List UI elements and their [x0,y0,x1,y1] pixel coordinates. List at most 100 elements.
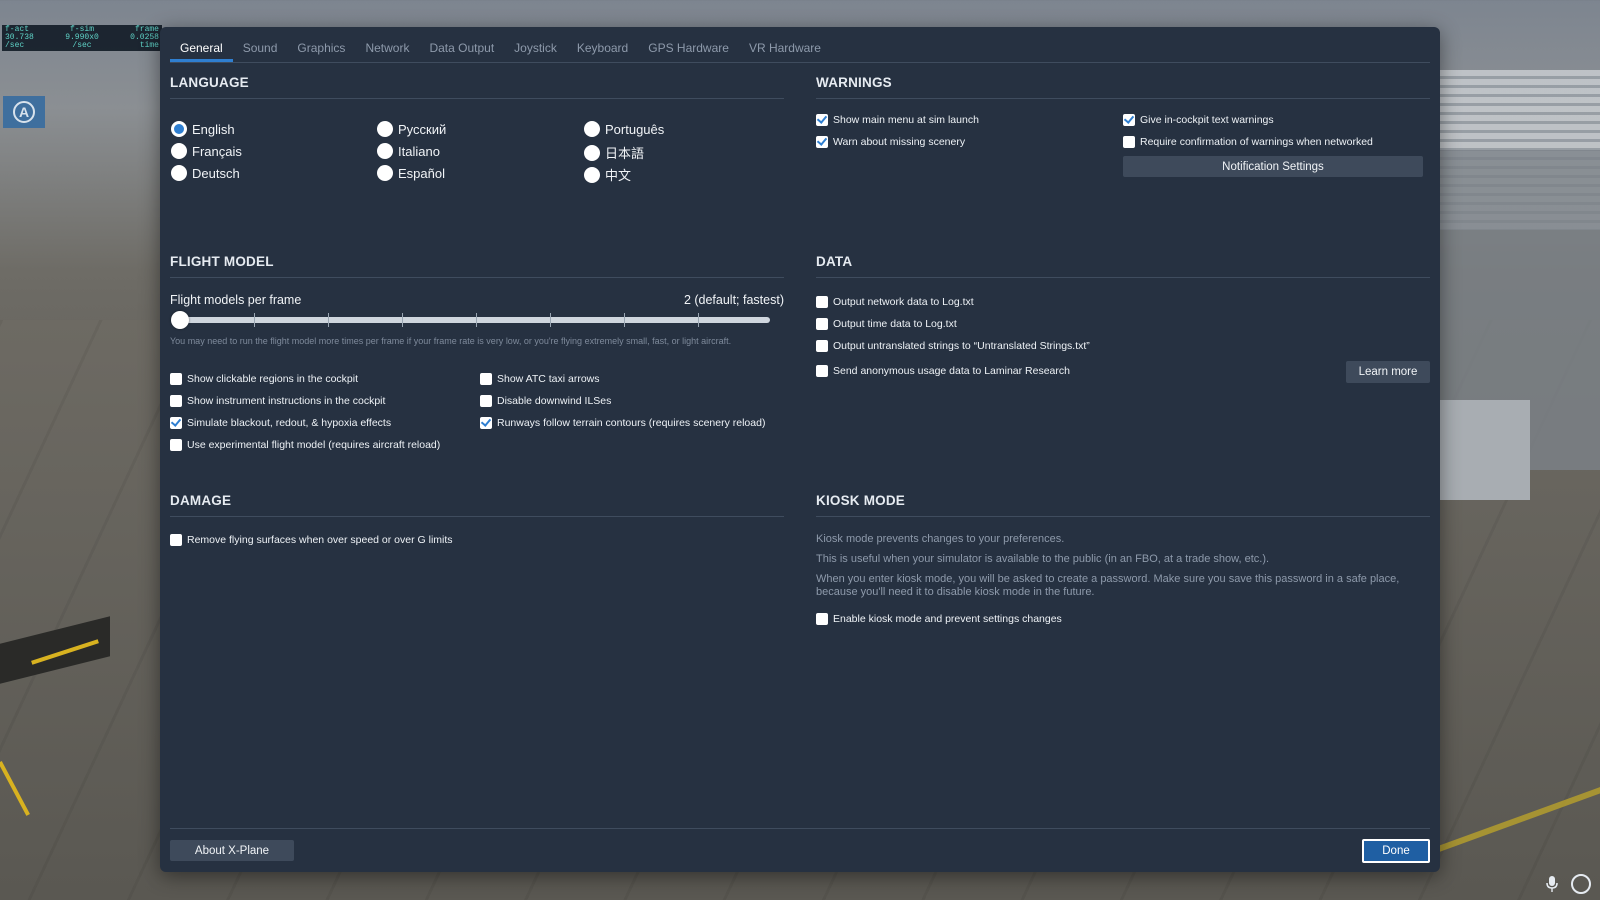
language-option-portuguese[interactable]: Português [584,121,664,137]
checkbox[interactable] [816,340,828,352]
checkbox-enable-kiosk-mode[interactable]: Enable kiosk mode and prevent settings c… [816,613,1062,625]
radio-button[interactable] [171,165,187,181]
section-title: DATA [816,254,853,269]
fps-unit: /sec [72,41,92,50]
tab-graphics[interactable]: Graphics [287,27,355,61]
checkbox[interactable] [816,318,828,330]
checkbox-label: Output time data to Log.txt [833,318,957,330]
language-option-english[interactable]: English [171,121,235,137]
checkbox-in-cockpit-warnings[interactable]: Give in-cockpit text warnings [1123,114,1274,126]
tab-bar: General Sound Graphics Network Data Outp… [170,27,1430,63]
radio-button[interactable] [377,143,393,159]
radio-button[interactable] [171,121,187,137]
checkbox-atc-taxi-arrows[interactable]: Show ATC taxi arrows [480,373,600,385]
section-title: DAMAGE [170,493,232,508]
tab-keyboard[interactable]: Keyboard [567,27,638,61]
done-button[interactable]: Done [1362,839,1430,863]
language-option-russian[interactable]: Русский [377,121,446,137]
tab-data-output[interactable]: Data Output [419,27,504,61]
checkbox[interactable] [816,296,828,308]
data-section: DATA Output network data to Log.txt Outp… [816,254,1430,414]
radio-button[interactable] [377,121,393,137]
language-option-spanish[interactable]: Español [377,165,445,181]
language-option-japanese[interactable]: 日本語 [584,143,644,162]
checkbox[interactable] [480,395,492,407]
slider-tick [254,313,255,327]
autopilot-icon-button[interactable]: A [3,96,45,128]
checkbox[interactable] [170,417,182,429]
checkbox-output-time-data[interactable]: Output time data to Log.txt [816,318,957,330]
checkbox-warn-missing-scenery[interactable]: Warn about missing scenery [816,136,965,148]
framerate-overlay: f-act f-sim frame 30.738 9.990x0 0.0258 … [2,25,162,51]
checkbox-remove-flying-surfaces[interactable]: Remove flying surfaces when over speed o… [170,534,453,546]
checkbox-experimental-flight-model[interactable]: Use experimental flight model (requires … [170,439,440,451]
kiosk-description: When you enter kiosk mode, you will be a… [816,573,1400,598]
learn-more-button[interactable]: Learn more [1346,361,1430,383]
slider-thumb[interactable] [171,311,189,329]
language-option-chinese[interactable]: 中文 [584,165,631,184]
tab-vr-hardware[interactable]: VR Hardware [739,27,831,61]
radio-button[interactable] [584,144,600,161]
radio-button[interactable] [377,165,393,181]
checkbox-instrument-instructions[interactable]: Show instrument instructions in the cock… [170,395,385,407]
checkbox[interactable] [1123,114,1135,126]
checkbox[interactable] [1123,136,1135,148]
checkbox-show-main-menu[interactable]: Show main menu at sim launch [816,114,979,126]
fps-unit: /sec [5,41,25,50]
radio-button[interactable] [171,143,187,159]
slider-track[interactable] [171,311,770,329]
radio-button[interactable] [584,121,600,137]
checkbox-require-confirmation[interactable]: Require confirmation of warnings when ne… [1123,136,1373,148]
radio-label: 日本語 [605,146,645,161]
language-section: LANGUAGE English Français Deutsch Русски… [170,75,784,195]
section-title: FLIGHT MODEL [170,254,274,269]
section-divider [816,98,1430,99]
language-option-french[interactable]: Français [171,143,242,159]
radio-button[interactable] [584,166,600,183]
checkbox-label: Output network data to Log.txt [833,296,974,308]
checkbox-blackout-effects[interactable]: Simulate blackout, redout, & hypoxia eff… [170,417,391,429]
checkbox-output-network-data[interactable]: Output network data to Log.txt [816,296,974,308]
checkbox[interactable] [816,365,828,377]
tab-network[interactable]: Network [355,27,419,61]
checkbox-output-untranslated-strings[interactable]: Output untranslated strings to “Untransl… [816,340,1090,352]
checkbox[interactable] [170,439,182,451]
checkbox[interactable] [816,136,828,148]
checkbox-label: Disable downwind ILSes [497,395,612,407]
radio-label: Deutsch [192,165,240,181]
slider-tick [476,313,477,327]
checkbox[interactable] [816,114,828,126]
language-option-italian[interactable]: Italiano [377,143,440,159]
section-divider [170,98,784,99]
checkbox[interactable] [170,395,182,407]
tab-gps-hardware[interactable]: GPS Hardware [638,27,739,61]
about-xplane-button[interactable]: About X-Plane [170,840,294,861]
tab-sound[interactable]: Sound [233,27,288,61]
radio-label: Русский [398,121,447,137]
checkbox-clickable-regions[interactable]: Show clickable regions in the cockpit [170,373,358,385]
checkbox-anonymous-usage-data[interactable]: Send anonymous usage data to Laminar Res… [816,365,1070,377]
warnings-section: WARNINGS Show main menu at sim launch Wa… [816,75,1430,195]
radio-label: Español [398,165,445,181]
checkbox[interactable] [816,613,828,625]
checkbox-label: Give in-cockpit text warnings [1140,114,1274,126]
checkbox[interactable] [480,373,492,385]
checkbox[interactable] [170,534,182,546]
damage-section: DAMAGE Remove flying surfaces when over … [170,493,784,573]
notification-settings-button[interactable]: Notification Settings [1123,156,1423,177]
language-option-german[interactable]: Deutsch [171,165,240,181]
section-title: KIOSK MODE [816,493,906,508]
flight-models-slider[interactable] [170,308,784,332]
radio-label: 中文 [605,168,632,183]
tab-general[interactable]: General [170,27,233,62]
checkbox-runways-terrain-contours[interactable]: Runways follow terrain contours (require… [480,417,765,429]
microphone-icon[interactable] [1546,876,1560,894]
kiosk-description: Kiosk mode prevents changes to your pref… [816,533,1065,545]
checkbox[interactable] [170,373,182,385]
checkbox-disable-downwind-ils[interactable]: Disable downwind ILSes [480,395,611,407]
refresh-icon[interactable] [1571,874,1591,894]
checkbox-label: Show main menu at sim launch [833,114,979,126]
tab-joystick[interactable]: Joystick [504,27,567,61]
checkbox[interactable] [480,417,492,429]
footer-divider [170,828,1430,829]
